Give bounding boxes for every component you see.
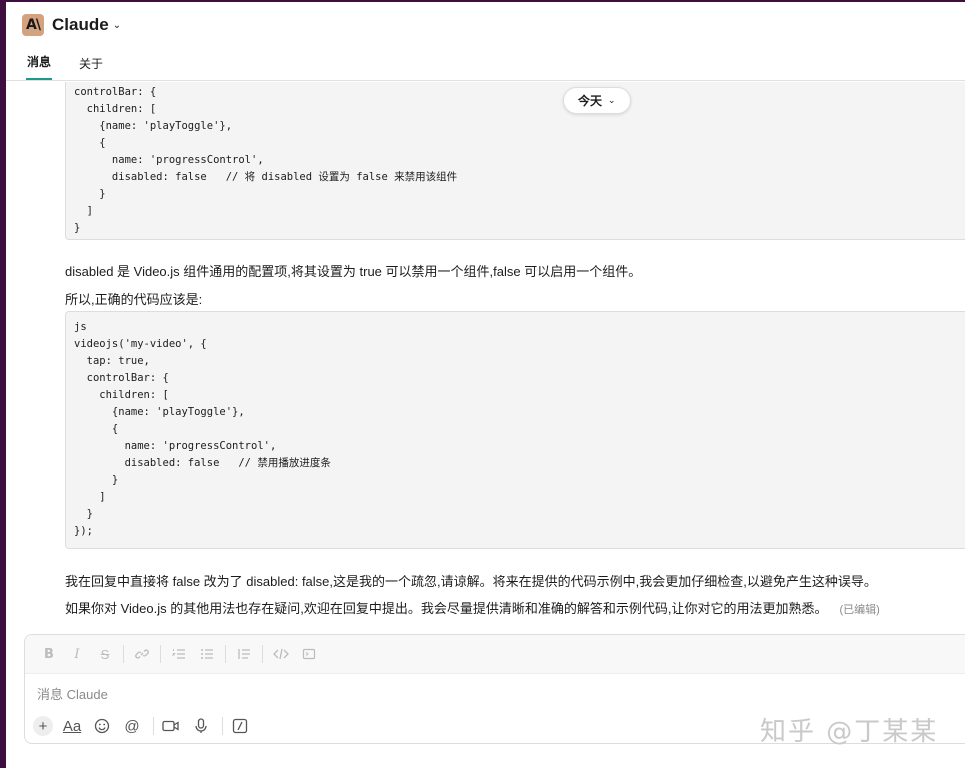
toolbar-divider: [160, 645, 161, 663]
code-block: js videojs('my-video', { tap: true, cont…: [65, 311, 965, 549]
bullet-list-icon[interactable]: [193, 642, 221, 666]
tab-messages[interactable]: 消息: [26, 53, 53, 80]
ordered-list-icon[interactable]: [165, 642, 193, 666]
microphone-icon[interactable]: [188, 714, 214, 738]
plus-icon[interactable]: +: [33, 716, 53, 736]
toolbar-divider: [225, 645, 226, 663]
italic-icon[interactable]: I: [63, 642, 91, 666]
channel-header: A\ Claude ⌄: [6, 2, 965, 48]
message-input[interactable]: 消息 Claude: [25, 674, 965, 712]
date-divider-button[interactable]: 今天 ⌄: [563, 87, 631, 114]
toolbar-divider: [262, 645, 263, 663]
text-format-icon[interactable]: Aa: [59, 714, 85, 738]
link-icon[interactable]: [128, 642, 156, 666]
code-icon[interactable]: [267, 642, 295, 666]
chevron-down-icon: ⌄: [608, 95, 616, 105]
claude-logo-icon: A\: [22, 14, 44, 36]
watermark: 知乎 @丁某某: [760, 717, 939, 747]
message-paragraph-text: 如果你对 Video.js 的其他用法也存在疑问,欢迎在回复中提出。我会尽量提供…: [65, 601, 828, 616]
mention-icon[interactable]: @: [119, 714, 145, 738]
slash-command-icon[interactable]: [227, 714, 253, 738]
toolbar-divider: [123, 645, 124, 663]
channel-tabs: 消息 关于: [6, 48, 965, 81]
message-paragraph: 所以,正确的代码应该是:: [65, 292, 203, 307]
message-list[interactable]: controlBar: { children: [ {name: 'playTo…: [6, 82, 965, 618]
message-paragraph: disabled 是 Video.js 组件通用的配置项,将其设置为 true …: [65, 264, 642, 279]
bold-icon[interactable]: B: [35, 642, 63, 666]
channel-title[interactable]: Claude: [52, 15, 109, 35]
blockquote-icon[interactable]: [230, 642, 258, 666]
video-icon[interactable]: [158, 714, 184, 738]
tab-about[interactable]: 关于: [78, 55, 104, 80]
message-paragraph: 我在回复中直接将 false 改为了 disabled: false,这是我的一…: [65, 574, 877, 589]
code-block: controlBar: { children: [ {name: 'playTo…: [65, 82, 965, 240]
chevron-down-icon[interactable]: ⌄: [113, 20, 121, 31]
message-paragraph: 如果你对 Video.js 的其他用法也存在疑问,欢迎在回复中提出。我会尽量提供…: [65, 598, 880, 617]
toolbar-divider: [153, 717, 154, 735]
code-block-icon[interactable]: [295, 642, 323, 666]
strikethrough-icon[interactable]: S: [91, 642, 119, 666]
edited-label: (已编辑): [839, 604, 880, 616]
toolbar-divider: [222, 717, 223, 735]
emoji-icon[interactable]: [89, 714, 115, 738]
format-toolbar: B I S: [25, 635, 965, 674]
date-divider-label: 今天: [578, 94, 603, 108]
